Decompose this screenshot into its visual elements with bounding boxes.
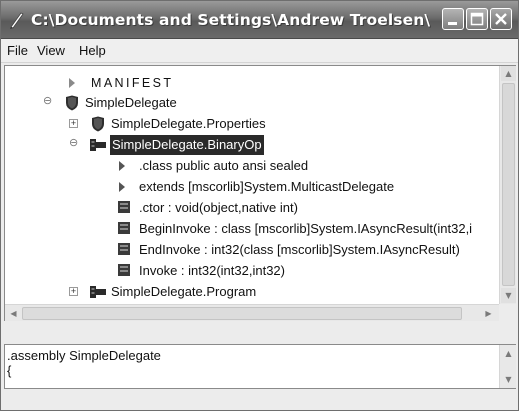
tree-item-label: Invoke : int32(int32,int32) <box>139 263 285 278</box>
scroll-up-arrow-icon[interactable]: ▲ <box>501 66 516 81</box>
scroll-down-arrow-icon[interactable]: ▼ <box>501 288 516 303</box>
close-button[interactable] <box>490 8 512 30</box>
il-text-area[interactable]: .assembly SimpleDelegate { ▲ ▼ <box>4 344 516 389</box>
tree-item-label: EndInvoke : int32(class [mscorlib]System… <box>139 242 460 257</box>
collapse-icon[interactable]: ⊖ <box>69 138 78 149</box>
namespace-shield-icon <box>92 116 104 132</box>
scroll-corner <box>499 304 516 321</box>
il-vertical-scrollbar[interactable]: ▲ ▼ <box>499 345 516 388</box>
method-icon <box>118 264 130 276</box>
status-bar <box>4 393 516 409</box>
collapse-icon[interactable]: ⊖ <box>43 96 52 107</box>
maximize-button[interactable] <box>466 8 488 30</box>
tree-item-label: SimpleDelegate.Program <box>111 284 257 299</box>
menu-help[interactable]: Help <box>79 43 106 59</box>
expand-icon[interactable]: + <box>69 119 78 128</box>
il-line: .assembly SimpleDelegate <box>7 348 161 363</box>
tree-view[interactable]: MANIFEST ⊖ SimpleDelegate + SimpleDelega… <box>4 65 516 321</box>
tree-item-label: SimpleDelegate <box>85 95 177 110</box>
il-line: { <box>7 363 12 378</box>
menu-bar: File View Help <box>1 39 518 63</box>
tree-item-label: SimpleDelegate.Properties <box>111 116 266 131</box>
class-icon <box>90 286 106 298</box>
maximize-icon <box>470 12 484 26</box>
tree-item-label: BeginInvoke : class [mscorlib]System.IAs… <box>139 221 473 236</box>
manifest-triangle-icon <box>69 78 75 88</box>
scroll-left-arrow-icon[interactable]: ◀ <box>6 306 21 321</box>
tree-item-label-selected: SimpleDelegate.BinaryOp <box>110 135 264 155</box>
method-icon <box>118 222 130 234</box>
tree-item-label: MANIFEST <box>91 76 174 90</box>
tree-vertical-scrollbar[interactable]: ▲ ▼ <box>499 66 516 304</box>
class-info-triangle-icon <box>119 161 125 171</box>
scroll-right-arrow-icon[interactable]: ▶ <box>481 306 496 321</box>
title-bar[interactable]: C:\Documents and Settings\Andrew Troelse… <box>1 1 518 39</box>
tree-item-label: .ctor : void(object,native int) <box>139 200 298 215</box>
close-icon <box>495 13 507 25</box>
pen-app-icon <box>10 12 24 29</box>
tree-horizontal-scrollbar[interactable]: ◀ ▶ <box>5 304 499 321</box>
tree-item-label: extends [mscorlib]System.MulticastDelega… <box>139 179 395 194</box>
ildasm-window: C:\Documents and Settings\Andrew Troelse… <box>0 0 519 411</box>
scroll-thumb[interactable] <box>22 307 462 320</box>
shield-assembly-icon <box>66 95 78 111</box>
minimize-icon <box>448 22 457 25</box>
window-title: C:\Documents and Settings\Andrew Troelse… <box>31 11 431 29</box>
method-icon <box>118 243 130 255</box>
menu-view[interactable]: View <box>37 43 65 59</box>
menu-file[interactable]: File <box>7 43 28 59</box>
scroll-up-arrow-icon[interactable]: ▲ <box>501 346 516 361</box>
class-icon <box>90 139 106 151</box>
expand-icon[interactable]: + <box>69 287 78 296</box>
minimize-button[interactable] <box>442 8 464 30</box>
scroll-down-arrow-icon[interactable]: ▼ <box>501 372 516 387</box>
scroll-thumb[interactable] <box>502 83 515 286</box>
extends-triangle-icon <box>119 182 125 192</box>
tree-item-label: .class public auto ansi sealed <box>139 158 309 173</box>
method-icon <box>118 201 130 213</box>
